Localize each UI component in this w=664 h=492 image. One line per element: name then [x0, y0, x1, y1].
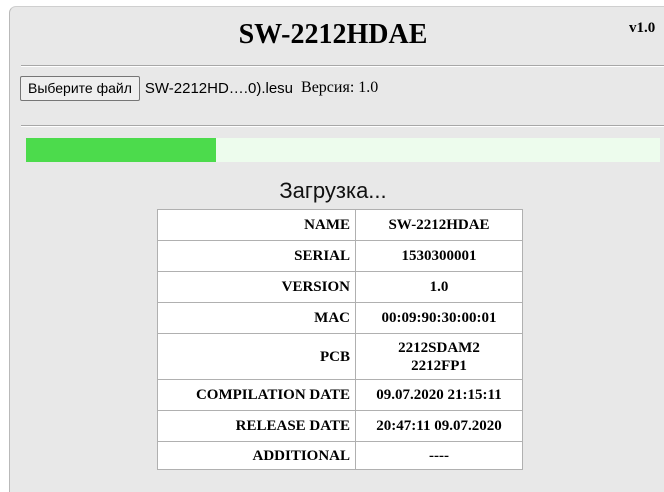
info-value: 00:09:90:30:00:01 [355, 302, 523, 334]
upload-panel: SW-2212HDAE v1.0 Выберите файл SW-2212HD… [9, 6, 664, 492]
upload-progress-fill [26, 138, 216, 162]
upload-progress-bar [26, 138, 660, 162]
info-key: NAME [157, 209, 356, 241]
info-key: PCB [157, 333, 356, 380]
selected-file-name: SW-2212HD….0).lesu [144, 79, 294, 97]
device-info-table: NAME SW-2212HDAE SERIAL 1530300001 VERSI… [157, 209, 523, 470]
info-value: 1530300001 [355, 240, 523, 272]
table-row-additional: ADDITIONAL ---- [157, 441, 523, 470]
info-key: MAC [157, 302, 356, 334]
page-title: SW-2212HDAE [238, 19, 428, 50]
info-key: ADDITIONAL [157, 441, 356, 470]
version-tag: v1.0 [629, 20, 656, 36]
table-row-compilation-date: COMPILATION DATE 09.07.2020 21:15:11 [157, 379, 523, 411]
pcb-value-line-1: 2212SDAM2 [398, 339, 480, 356]
info-key: VERSION [157, 271, 356, 303]
table-row-pcb: PCB 2212SDAM2 2212FP1 [157, 333, 523, 380]
file-picker-row: Выберите файл SW-2212HD….0).lesu Версия:… [20, 74, 378, 102]
table-row-name: NAME SW-2212HDAE [157, 209, 523, 241]
info-value: 09.07.2020 21:15:11 [355, 379, 523, 411]
table-row-version: VERSION 1.0 [157, 271, 523, 303]
info-value: 1.0 [355, 271, 523, 303]
info-key: COMPILATION DATE [157, 379, 356, 411]
info-value: ---- [355, 441, 523, 470]
divider-top [21, 65, 664, 67]
pcb-value-line-2: 2212FP1 [411, 357, 467, 374]
upload-status-text: Загрузка... [279, 178, 387, 203]
choose-file-button[interactable]: Выберите файл [20, 75, 140, 101]
info-value: 20:47:11 09.07.2020 [355, 410, 523, 442]
divider-bottom [21, 125, 664, 127]
info-key: RELEASE DATE [157, 410, 356, 442]
firmware-version-label: Версия: 1.0 [301, 79, 379, 96]
table-row-serial: SERIAL 1530300001 [157, 240, 523, 272]
info-value-pcb: 2212SDAM2 2212FP1 [355, 333, 523, 380]
table-row-release-date: RELEASE DATE 20:47:11 09.07.2020 [157, 410, 523, 442]
info-key: SERIAL [157, 240, 356, 272]
info-value: SW-2212HDAE [355, 209, 523, 241]
table-row-mac: MAC 00:09:90:30:00:01 [157, 302, 523, 334]
